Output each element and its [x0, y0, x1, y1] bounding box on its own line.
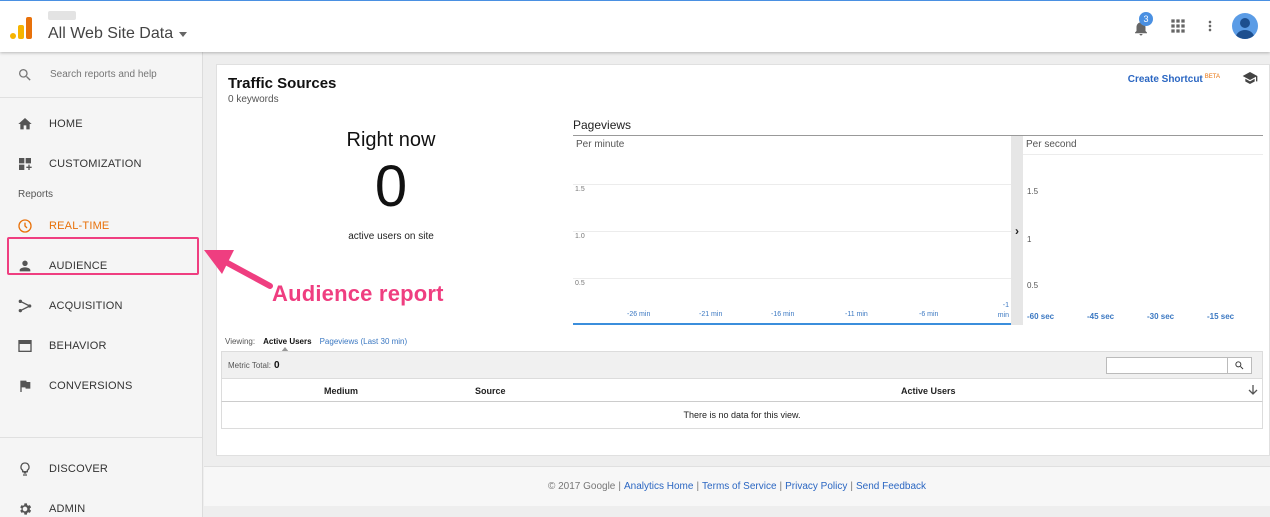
chevron-right-icon: › — [1015, 223, 1019, 238]
tab-active-users[interactable]: Active Users — [263, 337, 312, 352]
notification-badge: 3 — [1139, 12, 1153, 26]
create-shortcut-link[interactable]: Create Shortcut BETA — [1128, 74, 1220, 85]
x-tick: -1 min — [997, 302, 1009, 319]
search-icon — [1235, 361, 1244, 370]
chevron-down-icon — [179, 31, 188, 37]
x-tick: -16 min — [771, 311, 795, 318]
sidebar-item-home[interactable]: HOME — [0, 104, 202, 144]
top-bar: All Web Site Data 3 — [0, 0, 1270, 52]
lightbulb-icon — [17, 461, 33, 477]
page-title: Traffic Sources — [228, 75, 337, 92]
y-tick: 1.0 — [575, 233, 585, 240]
sidebar: HOME CUSTOMIZATION Reports REAL-TIME AUD… — [0, 52, 203, 517]
search-icon — [19, 68, 31, 81]
metric-total-bar: Metric Total: 0 — [221, 351, 1263, 379]
behavior-icon — [17, 338, 33, 354]
sidebar-item-behavior[interactable]: BEHAVIOR — [0, 326, 202, 366]
y-tick: 1 — [1027, 235, 1032, 244]
chart-splitter[interactable]: › — [1011, 136, 1023, 325]
viewing-toggle: Viewing: Active Users Pageviews (Last 30… — [225, 337, 408, 352]
y-tick: 0.5 — [1027, 281, 1039, 290]
avatar[interactable] — [1232, 13, 1258, 39]
property-selector[interactable]: All Web Site Data — [48, 25, 188, 43]
table-search-button[interactable] — [1228, 357, 1252, 374]
copyright: © 2017 Google — [547, 481, 616, 492]
annotation-arrow-icon — [204, 250, 273, 289]
footer-link-terms[interactable]: Terms of Service — [702, 481, 776, 492]
apps-grid-icon[interactable] — [1168, 16, 1188, 36]
footer-link-analytics-home[interactable]: Analytics Home — [624, 481, 693, 492]
sidebar-item-label: DISCOVER — [49, 463, 109, 475]
annotation-label: Audience report — [272, 281, 444, 306]
sidebar-item-label: REAL-TIME — [49, 220, 110, 232]
column-header-active-users[interactable]: Active Users — [901, 386, 956, 396]
home-icon — [17, 116, 33, 132]
sidebar-item-label: ACQUISITION — [49, 300, 123, 312]
realtime-traffic-sources-panel: Traffic Sources 0 keywords Create Shortc… — [216, 64, 1270, 456]
column-header-medium[interactable]: Medium — [324, 386, 358, 396]
sidebar-item-acquisition[interactable]: ACQUISITION — [0, 286, 202, 326]
sidebar-item-label: CONVERSIONS — [49, 380, 133, 392]
footer-link-feedback[interactable]: Send Feedback — [856, 481, 926, 492]
audience-highlight-box — [7, 237, 199, 275]
y-tick: 0.5 — [575, 280, 585, 287]
beta-badge: BETA — [1204, 74, 1220, 80]
metric-total-value: 0 — [273, 360, 280, 371]
right-now-label: Right now — [346, 129, 436, 151]
y-tick: 1.5 — [575, 186, 585, 193]
footer: © 2017 Google | Analytics Home | Terms of Se… — [204, 466, 1270, 506]
reports-section-label: Reports — [18, 189, 54, 200]
per-minute-chart[interactable]: Per minute 1.5 1.0 0.5 -26 min -21 min -… — [573, 136, 1011, 325]
acquisition-icon — [17, 298, 33, 314]
search-input[interactable] — [50, 69, 190, 80]
x-tick: -15 sec — [1207, 312, 1235, 321]
metric-total: Metric Total: 0 — [228, 360, 280, 371]
sidebar-item-label: ADMIN — [49, 503, 86, 515]
x-tick: -26 min — [627, 311, 651, 318]
x-tick: -6 min — [919, 311, 939, 318]
flag-icon — [17, 378, 33, 394]
account-name-redacted — [48, 11, 76, 20]
x-tick: -21 min — [699, 311, 723, 318]
x-tick: -45 sec — [1087, 312, 1115, 321]
dashboard-icon — [17, 156, 33, 172]
chart-baseline — [573, 323, 1011, 325]
sort-arrow-down-icon[interactable] — [1248, 384, 1258, 396]
page-subtitle: 0 keywords — [228, 94, 279, 105]
pageviews-title: Pageviews — [573, 118, 632, 132]
gear-icon — [17, 501, 33, 517]
column-header-source[interactable]: Source — [475, 386, 506, 396]
tab-pageviews[interactable]: Pageviews (Last 30 min) — [320, 337, 408, 346]
sidebar-item-conversions[interactable]: CONVERSIONS — [0, 366, 202, 406]
sidebar-item-customization[interactable]: CUSTOMIZATION — [0, 144, 202, 184]
sidebar-item-label: CUSTOMIZATION — [49, 158, 142, 170]
viewing-label: Viewing: — [225, 337, 256, 346]
clock-icon — [17, 218, 33, 234]
table-search-input[interactable] — [1106, 357, 1228, 374]
notifications-button[interactable]: 3 — [1130, 12, 1154, 39]
account-circle-icon — [1235, 18, 1255, 39]
sidebar-item-label: BEHAVIOR — [49, 340, 107, 352]
x-tick: -60 sec — [1027, 312, 1055, 321]
x-tick: -11 min — [845, 311, 868, 318]
table-empty-message: There is no data for this view. — [221, 402, 1263, 429]
property-label: All Web Site Data — [48, 25, 174, 42]
active-users-label: active users on site — [348, 231, 434, 242]
sidebar-item-label: HOME — [49, 118, 83, 130]
per-second-chart[interactable]: Per second 1.5 1 0.5 -60 sec -45 sec -30… — [1023, 136, 1263, 325]
footer-link-privacy[interactable]: Privacy Policy — [785, 481, 847, 492]
table-header: Medium Source Active Users — [221, 379, 1263, 402]
more-vert-icon[interactable] — [1202, 16, 1218, 36]
graduation-cap-icon[interactable] — [1241, 70, 1259, 86]
active-users-count: 0 — [374, 154, 408, 219]
per-second-label: Per second — [1026, 139, 1077, 150]
y-tick: 1.5 — [1027, 187, 1039, 196]
per-minute-label: Per minute — [576, 139, 625, 150]
sidebar-item-discover[interactable]: DISCOVER — [0, 449, 202, 489]
analytics-logo-icon[interactable] — [10, 15, 34, 39]
sidebar-item-admin[interactable]: ADMIN — [0, 489, 202, 517]
x-tick: -30 sec — [1147, 312, 1175, 321]
sidebar-search[interactable] — [0, 52, 202, 98]
